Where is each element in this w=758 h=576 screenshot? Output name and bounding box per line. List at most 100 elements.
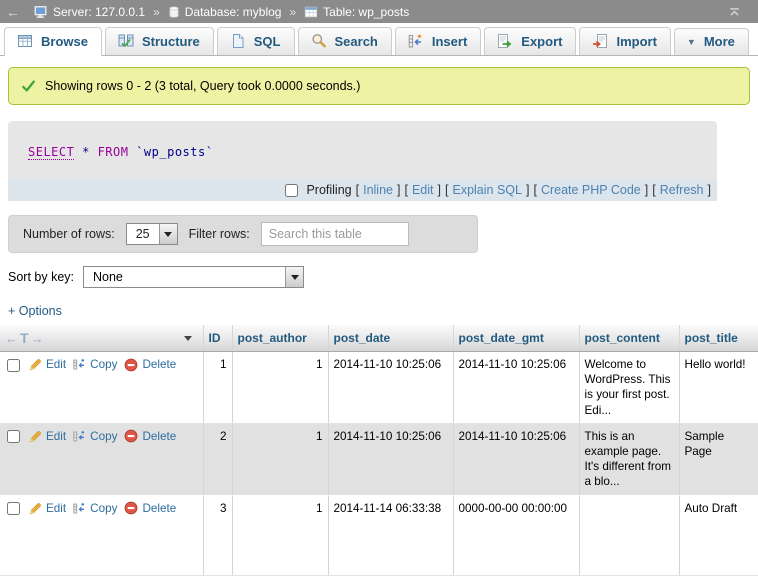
edit-row-link[interactable]: Edit xyxy=(29,429,66,444)
row-checkbox[interactable] xyxy=(7,430,20,443)
breadcrumb-table[interactable]: Table: wp_posts xyxy=(304,5,409,19)
status-message: Showing rows 0 - 2 (3 total, Query took … xyxy=(8,67,750,105)
number-of-rows-select[interactable]: 25 xyxy=(126,223,178,245)
breadcrumb-database-label: Database: myblog xyxy=(185,5,282,19)
column-header-id[interactable]: ID xyxy=(203,325,232,352)
refresh-link[interactable]: Refresh xyxy=(660,183,704,197)
explain-sql-link[interactable]: Explain SQL xyxy=(452,183,521,197)
column-header-post-date-gmt[interactable]: post_date_gmt xyxy=(453,325,579,352)
collapse-top-icon[interactable] xyxy=(727,5,752,19)
edit-label: Edit xyxy=(46,501,66,516)
row-checkbox[interactable] xyxy=(7,502,20,515)
delete-label: Delete xyxy=(142,357,176,372)
tab-more[interactable]: ▼ More xyxy=(674,28,749,55)
pencil-icon xyxy=(29,502,42,515)
sql-query-box: SELECT * FROM `wp_posts` xyxy=(8,121,717,179)
column-marker-header: ← T → xyxy=(0,325,203,352)
arrow-right-icon: → xyxy=(31,331,44,346)
cell-post-author: 1 xyxy=(232,423,328,495)
tab-structure[interactable]: Structure xyxy=(105,27,214,55)
sort-by-key-label: Sort by key: xyxy=(8,270,74,284)
inline-link[interactable]: Inline xyxy=(363,183,393,197)
sort-by-key-value: None xyxy=(84,267,132,287)
copy-row-link[interactable]: Copy xyxy=(73,357,117,372)
tab-sql[interactable]: SQL xyxy=(217,27,295,55)
check-icon xyxy=(21,79,36,93)
edit-label: Edit xyxy=(46,357,66,372)
sql-table-ref: `wp_posts` xyxy=(136,145,213,159)
cell-post-content: Welcome to WordPress. This is your first… xyxy=(579,352,679,424)
bracket: [ xyxy=(652,183,655,197)
table-icon xyxy=(304,5,318,19)
bracket: ] xyxy=(708,183,711,197)
breadcrumb-table-label: Table: wp_posts xyxy=(323,5,409,19)
cell-post-author: 1 xyxy=(232,495,328,575)
tab-insert[interactable]: Insert xyxy=(395,27,481,55)
back-arrow-icon[interactable]: ← xyxy=(6,4,30,20)
column-options-dropdown-icon[interactable] xyxy=(184,336,192,341)
row-checkbox[interactable] xyxy=(7,359,20,372)
bracket: ] xyxy=(438,183,441,197)
cell-post-date: 2014-11-14 06:33:38 xyxy=(328,495,453,575)
tab-export[interactable]: Export xyxy=(484,27,576,55)
tab-browse[interactable]: Browse xyxy=(4,27,102,56)
export-icon xyxy=(497,33,513,49)
delete-row-link[interactable]: Delete xyxy=(124,429,176,444)
server-icon xyxy=(34,5,48,19)
create-php-code-link[interactable]: Create PHP Code xyxy=(541,183,641,197)
delete-row-link[interactable]: Delete xyxy=(124,357,176,372)
cell-post-date-gmt: 2014-11-10 10:25:06 xyxy=(453,352,579,424)
tab-import[interactable]: Import xyxy=(579,27,670,55)
sql-star: * xyxy=(82,145,90,159)
table-row: Edit Copy Delete 3 1 2014-11-14 06:33:38… xyxy=(0,495,758,575)
cell-post-date-gmt: 0000-00-00 00:00:00 xyxy=(453,495,579,575)
profiling-checkbox[interactable] xyxy=(285,184,298,197)
rows-filter-bar: Number of rows: 25 Filter rows: xyxy=(8,215,478,253)
tab-label: More xyxy=(704,34,735,49)
tab-search[interactable]: Search xyxy=(298,27,392,55)
breadcrumb-server-label: Server: 127.0.0.1 xyxy=(53,5,145,19)
breadcrumb-database[interactable]: Database: myblog xyxy=(168,5,282,19)
column-header-post-date[interactable]: post_date xyxy=(328,325,453,352)
bracket: ] xyxy=(526,183,529,197)
copy-row-link[interactable]: Copy xyxy=(73,429,117,444)
delete-row-link[interactable]: Delete xyxy=(124,501,176,516)
filter-rows-input[interactable] xyxy=(261,222,409,246)
copy-icon xyxy=(73,502,86,515)
table-row: Edit Copy Delete 2 1 2014-11-10 10:25:06… xyxy=(0,423,758,495)
cell-id: 3 xyxy=(203,495,232,575)
copy-label: Copy xyxy=(90,357,117,372)
cell-post-content: This is an example page. It's different … xyxy=(579,423,679,495)
filter-rows-label: Filter rows: xyxy=(189,227,250,241)
cell-post-content xyxy=(579,495,679,575)
database-icon xyxy=(168,5,180,19)
status-message-text: Showing rows 0 - 2 (3 total, Query took … xyxy=(45,79,360,93)
select-arrow-icon xyxy=(159,224,177,244)
column-header-post-content[interactable]: post_content xyxy=(579,325,679,352)
table-header-row: ← T → ID post_author post_date post_date… xyxy=(0,325,758,352)
copy-row-link[interactable]: Copy xyxy=(73,501,117,516)
breadcrumb-bar: ← Server: 127.0.0.1 » Database: myblog »… xyxy=(0,0,758,23)
copy-icon xyxy=(73,358,86,371)
column-header-post-author[interactable]: post_author xyxy=(232,325,328,352)
structure-icon xyxy=(118,33,134,49)
cell-post-date-gmt: 2014-11-10 10:25:06 xyxy=(453,423,579,495)
sort-by-key-select[interactable]: None xyxy=(83,266,304,288)
sql-keyword-from: FROM xyxy=(98,145,129,159)
edit-row-link[interactable]: Edit xyxy=(29,357,66,372)
edit-row-link[interactable]: Edit xyxy=(29,501,66,516)
breadcrumb-server[interactable]: Server: 127.0.0.1 xyxy=(34,5,145,19)
tab-label: Search xyxy=(335,34,378,49)
delete-label: Delete xyxy=(142,429,176,444)
breadcrumb-separator: » xyxy=(289,5,296,19)
sql-icon xyxy=(230,33,246,49)
edit-query-link[interactable]: Edit xyxy=(412,183,434,197)
arrow-left-icon: ← xyxy=(5,331,18,346)
bracket: [ xyxy=(445,183,448,197)
breadcrumb-separator: » xyxy=(153,5,160,19)
tab-label: Structure xyxy=(142,34,200,49)
delete-icon xyxy=(124,429,138,443)
column-marker-t: T xyxy=(20,330,29,346)
options-toggle-link[interactable]: + Options xyxy=(8,304,62,318)
column-header-post-title[interactable]: post_title xyxy=(679,325,758,352)
